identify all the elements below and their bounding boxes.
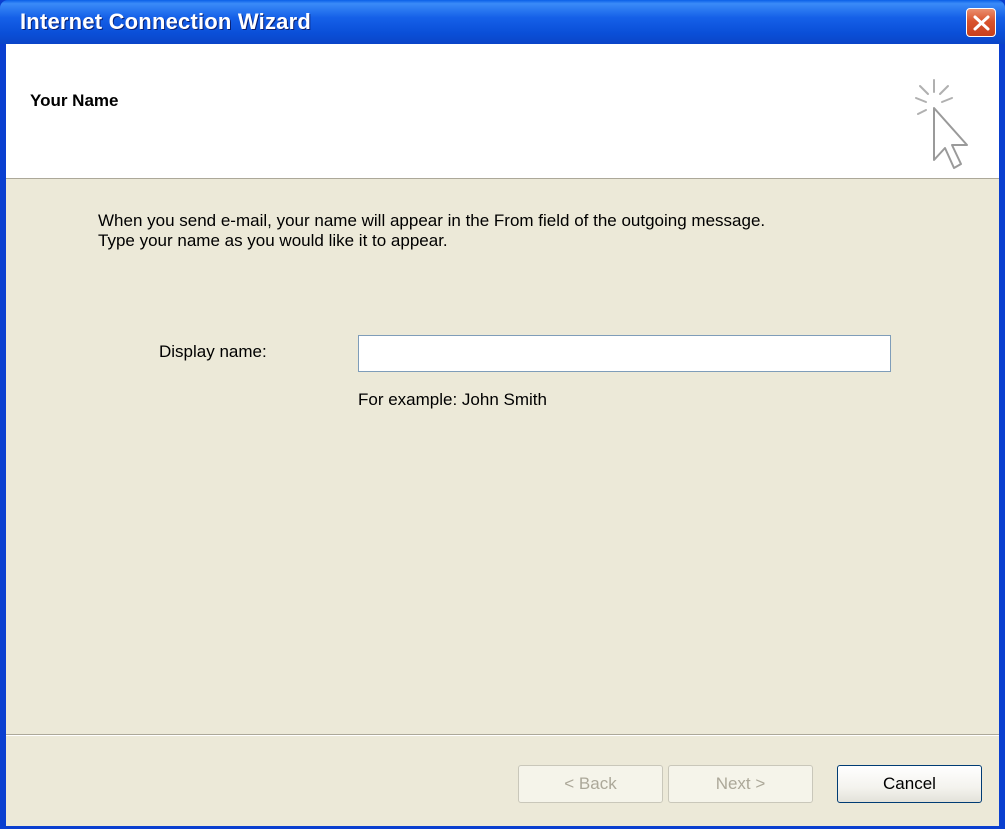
dialog-body: Your Name When you send e-mail, your nam… (6, 44, 999, 826)
close-icon (973, 15, 990, 31)
page-title: Your Name (30, 91, 119, 110)
cancel-button[interactable]: Cancel (837, 765, 982, 803)
display-name-input[interactable] (358, 335, 891, 372)
button-separator (6, 734, 999, 736)
back-button[interactable]: < Back (518, 765, 663, 803)
intro-line-1: When you send e-mail, your name will app… (98, 211, 766, 230)
wizard-header: Your Name (6, 44, 999, 179)
window-title: Internet Connection Wizard (20, 9, 312, 34)
next-button[interactable]: Next > (668, 765, 813, 803)
wizard-window: Internet Connection Wizard Your Name Whe… (0, 0, 1005, 829)
title-bar[interactable]: Internet Connection Wizard (0, 0, 1005, 44)
intro-line-2: Type your name as you would like it to a… (98, 231, 448, 250)
wizard-cursor-sparkle-icon (915, 79, 968, 169)
display-name-label: Display name: (159, 342, 267, 361)
close-button[interactable] (966, 8, 996, 37)
intro-text: When you send e-mail, your name will app… (98, 211, 978, 251)
display-name-example: For example: John Smith (358, 390, 547, 409)
